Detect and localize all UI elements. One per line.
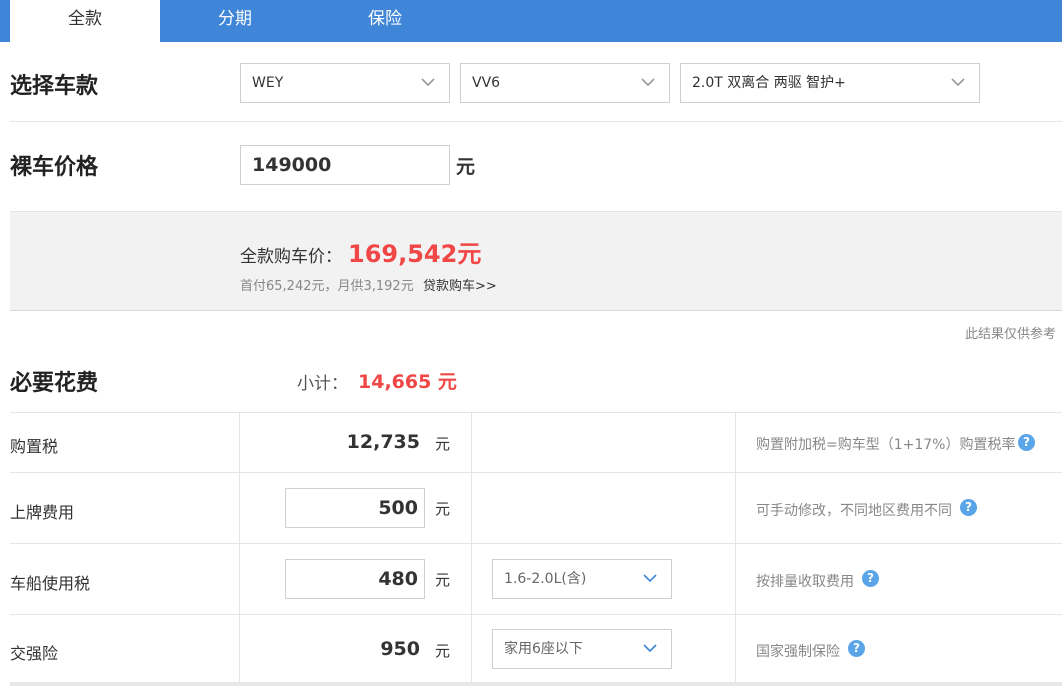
table-divider: [10, 472, 1062, 473]
base-price-title: 裸车价格: [10, 155, 99, 180]
seat-type-select-value: 家用6座以下: [504, 641, 583, 657]
table-column-divider: [735, 412, 736, 682]
divider: [10, 121, 1062, 122]
tab-full-payment[interactable]: 全款: [10, 0, 160, 42]
base-price-unit: 元: [456, 156, 476, 178]
table-divider: [10, 614, 1062, 615]
displacement-select[interactable]: 1.6-2.0L(含): [492, 559, 672, 599]
table-divider: [10, 412, 1062, 413]
series-select[interactable]: VV6: [460, 63, 670, 103]
total-price: 169,542元: [348, 240, 482, 268]
series-select-value: VV6: [472, 75, 501, 91]
select-model-title: 选择车款: [10, 74, 99, 99]
tab-installment[interactable]: 分期: [160, 0, 310, 42]
tab-bar: 全款 分期 保险: [0, 0, 1062, 42]
seat-type-select[interactable]: 家用6座以下: [492, 629, 672, 669]
base-price-input[interactable]: 149000: [240, 145, 450, 185]
registration-fee-desc: 可手动修改，不同地区费用不同: [756, 503, 952, 519]
trim-select[interactable]: 2.0T 双离合 两驱 智护+: [680, 63, 980, 103]
payment-breakdown: 首付65,242元，月供3,192元: [240, 279, 414, 294]
table-divider: [10, 543, 1062, 544]
compulsory-insurance-unit: 元: [435, 642, 451, 660]
vehicle-tax-desc: 按排量收取费用: [756, 574, 854, 590]
compulsory-insurance-desc: 国家强制保险: [756, 644, 840, 660]
purchase-tax-unit: 元: [435, 435, 451, 453]
compulsory-insurance-value: 950: [380, 638, 420, 660]
row-label-compulsory-insurance: 交强险: [10, 644, 59, 663]
vehicle-tax-input[interactable]: 480: [285, 559, 425, 599]
help-icon[interactable]: ?: [848, 640, 865, 657]
purchase-tax-value: 12,735: [346, 431, 420, 453]
table-bottom-border: [10, 682, 1062, 686]
brand-select[interactable]: WEY: [240, 63, 450, 103]
trim-select-value: 2.0T 双离合 两驱 智护+: [692, 75, 846, 91]
help-icon[interactable]: ?: [1018, 434, 1035, 451]
chevron-down-icon: [641, 78, 655, 87]
vehicle-tax-unit: 元: [435, 571, 451, 589]
required-costs-title: 必要花费: [10, 371, 99, 396]
chevron-down-icon: [643, 644, 657, 653]
total-label: 全款购车价：: [240, 247, 342, 267]
table-column-divider: [239, 412, 240, 682]
row-label-purchase-tax: 购置税: [10, 437, 59, 456]
disclaimer-note: 此结果仅供参考: [964, 327, 1056, 342]
registration-fee-unit: 元: [435, 500, 451, 518]
brand-select-value: WEY: [252, 75, 284, 91]
help-icon[interactable]: ?: [862, 570, 879, 587]
subtotal-label: 小计：: [297, 374, 348, 394]
purchase-tax-desc: 购置附加税=购车型（1+17%）购置税率: [756, 437, 1016, 453]
subtotal-value: 14,665 元: [358, 371, 457, 393]
loan-link[interactable]: 贷款购车>>: [423, 275, 497, 294]
registration-fee-input[interactable]: 500: [285, 488, 425, 528]
displacement-select-value: 1.6-2.0L(含): [504, 571, 587, 587]
chevron-down-icon: [951, 78, 965, 87]
help-icon[interactable]: ?: [960, 499, 977, 516]
chevron-down-icon: [421, 78, 435, 87]
total-summary-panel: 全款购车价： 169,542元 首付65,242元，月供3,192元 贷款购车>…: [10, 211, 1062, 311]
chevron-down-icon: [643, 574, 657, 583]
table-column-divider: [471, 412, 472, 682]
row-label-vehicle-tax: 车船使用税: [10, 574, 91, 593]
tab-insurance[interactable]: 保险: [310, 0, 460, 42]
row-label-registration-fee: 上牌费用: [10, 503, 75, 522]
